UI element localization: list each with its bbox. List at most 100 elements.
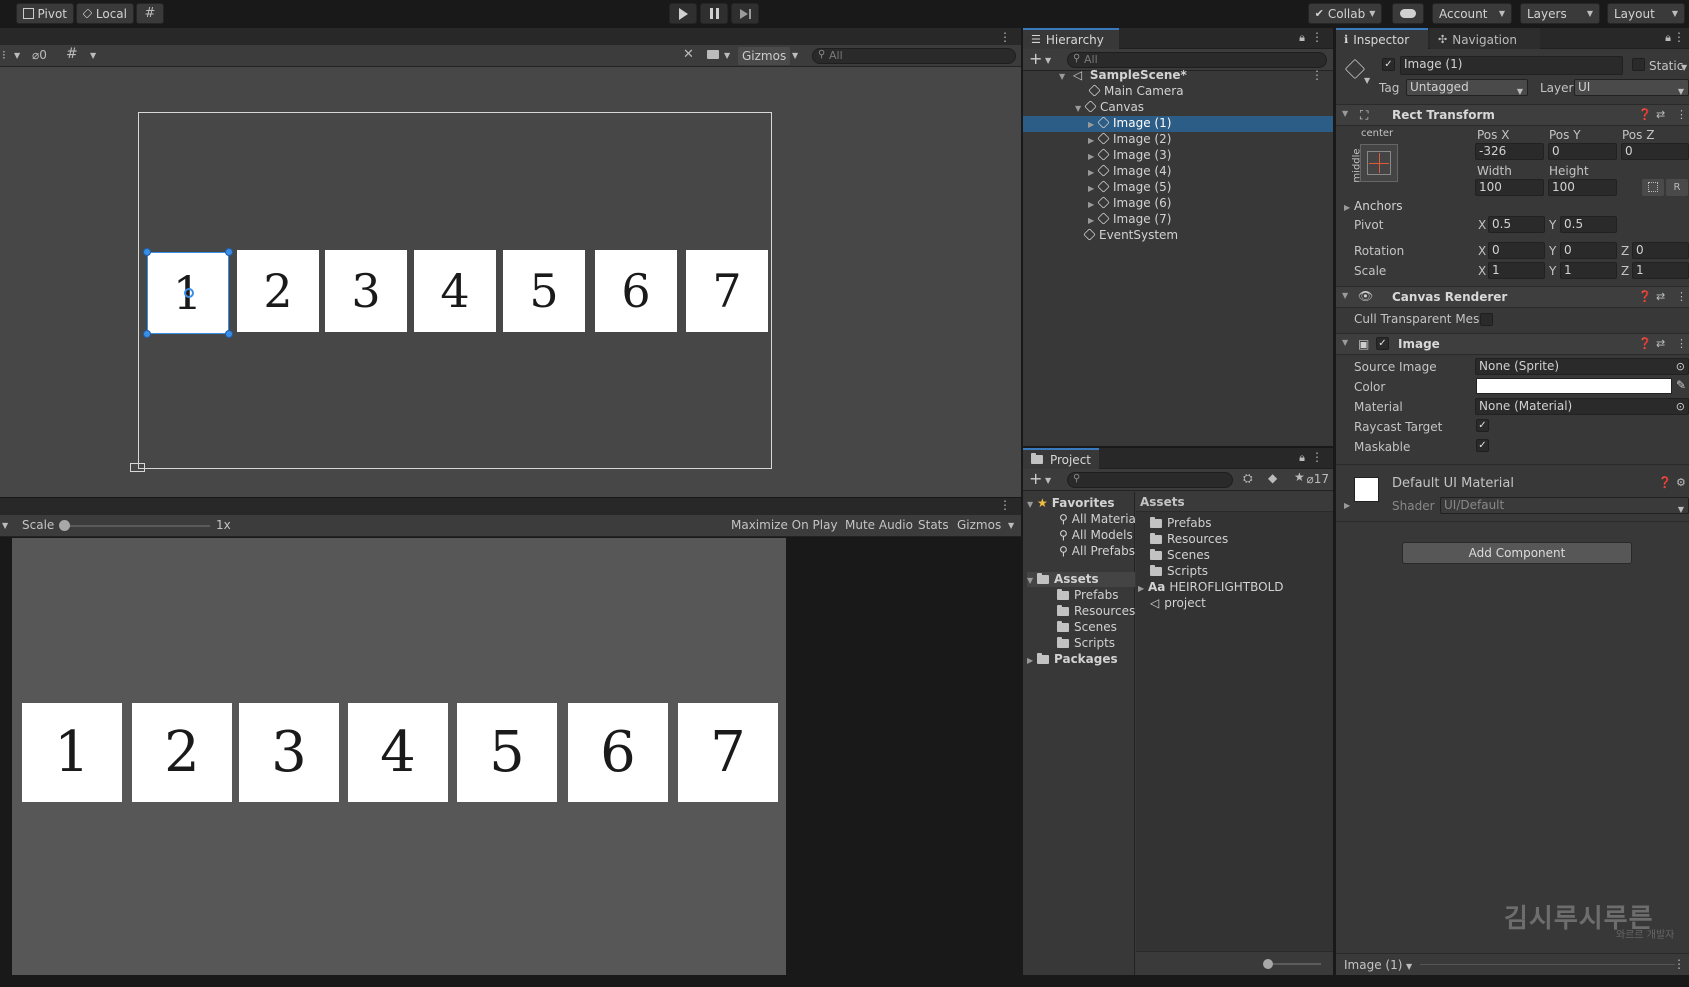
help-icon[interactable]: ❓ xyxy=(1658,476,1672,489)
more-icon[interactable]: ⋮ xyxy=(1311,68,1323,83)
scene-image-tile[interactable]: 3 xyxy=(325,250,407,332)
source-image-field[interactable]: None (Sprite) ⊙ xyxy=(1475,358,1689,375)
hierarchy-item[interactable]: EventSystem xyxy=(1083,228,1178,243)
mute-audio-toggle[interactable]: Mute Audio xyxy=(845,518,913,532)
game-gizmos-toggle[interactable]: Gizmos xyxy=(957,518,1001,532)
play-button[interactable] xyxy=(669,3,697,24)
raw-edit-button[interactable]: R xyxy=(1666,179,1688,196)
pivot-handle[interactable] xyxy=(184,288,194,298)
chevron-down-icon[interactable]: ▼ xyxy=(14,51,20,60)
blueprint-mode-button[interactable] xyxy=(1642,179,1664,196)
resize-handle[interactable] xyxy=(225,248,233,256)
pivot-y-field[interactable]: 0.5 xyxy=(1560,216,1617,233)
draw-mode-icon[interactable]: ⁝ xyxy=(2,48,6,62)
hierarchy-item[interactable]: ▶ Image (2) xyxy=(1088,132,1171,147)
more-icon[interactable]: ⋮ xyxy=(1676,290,1687,303)
pause-button[interactable] xyxy=(700,3,728,24)
resize-handle[interactable] xyxy=(143,330,151,338)
tab-navigation[interactable]: ✣ Navigation xyxy=(1430,28,1540,49)
chevron-down-icon[interactable]: ▼ xyxy=(1364,76,1370,85)
chevron-down-icon[interactable]: ▼ xyxy=(1008,521,1014,530)
scene-image-tile[interactable]: 5 xyxy=(503,250,585,332)
scene-root-item[interactable]: ▼ ◁ SampleScene* ⋮ xyxy=(1059,68,1333,83)
object-name-field[interactable]: Image (1) xyxy=(1400,56,1623,75)
hidden-packages-toggle[interactable]: ⌀17 xyxy=(1306,472,1329,486)
tools-icon[interactable]: ✕ xyxy=(683,47,694,62)
scene-image-tile[interactable]: 7 xyxy=(686,250,768,332)
account-dropdown[interactable]: Account ▼ xyxy=(1432,3,1512,24)
color-swatch[interactable] xyxy=(1476,378,1672,394)
object-picker-icon[interactable]: ⊙ xyxy=(1676,399,1685,414)
height-field[interactable]: 100 xyxy=(1548,179,1617,196)
scale-z-field[interactable]: 1 xyxy=(1632,262,1689,279)
object-picker-icon[interactable]: ⊙ xyxy=(1676,359,1685,374)
icon-size-slider-handle[interactable] xyxy=(1263,959,1273,969)
image-enabled-checkbox[interactable]: ✓ xyxy=(1376,337,1389,350)
hierarchy-item[interactable]: ▶ Image (3) xyxy=(1088,148,1171,163)
chevron-down-icon[interactable]: ▼ xyxy=(2,521,8,530)
scene-image-tile[interactable]: 6 xyxy=(595,250,677,332)
hierarchy-item[interactable]: ▶ Image (4) xyxy=(1088,164,1171,179)
favorite-item[interactable]: ⚲ All Prefabs xyxy=(1059,544,1135,559)
scene-search-input[interactable]: All xyxy=(812,48,1016,64)
width-field[interactable]: 100 xyxy=(1475,179,1544,196)
scale-slider-handle[interactable] xyxy=(59,520,70,531)
expand-arrow-icon[interactable]: ▶ xyxy=(1344,501,1354,510)
more-icon[interactable]: ⋮ xyxy=(1311,30,1323,44)
anchor-preset-button[interactable] xyxy=(1360,144,1398,182)
chevron-down-icon[interactable]: ▼ xyxy=(90,51,96,60)
preset-icon[interactable]: ⇄ xyxy=(1656,290,1665,303)
anchors-foldout[interactable]: ▶ Anchors xyxy=(1344,199,1403,214)
add-icon[interactable]: + xyxy=(1029,469,1042,488)
chevron-down-icon[interactable]: ▼ xyxy=(1045,476,1051,485)
tab-inspector[interactable]: ℹ Inspector xyxy=(1336,28,1428,49)
asset-folder[interactable]: Scenes xyxy=(1057,620,1117,635)
search-by-type-icon[interactable]: ⛭ xyxy=(1243,471,1253,486)
more-icon[interactable]: ⋮ xyxy=(1311,450,1323,464)
gizmos-dropdown[interactable]: Gizmos xyxy=(738,47,791,65)
posx-field[interactable]: -326 xyxy=(1475,143,1544,160)
pivot-x-field[interactable]: 0.5 xyxy=(1488,216,1545,233)
posy-field[interactable]: 0 xyxy=(1548,143,1617,160)
add-icon[interactable]: + xyxy=(1029,49,1042,68)
more-icon[interactable]: ⋮ xyxy=(1673,957,1685,971)
resize-handle[interactable] xyxy=(225,330,233,338)
local-toggle[interactable]: Local xyxy=(76,3,134,24)
icon-size-slider-track[interactable] xyxy=(1266,963,1321,965)
active-checkbox[interactable]: ✓ xyxy=(1382,58,1395,71)
rotation-x-field[interactable]: 0 xyxy=(1488,242,1545,259)
more-icon[interactable]: ⋮ xyxy=(1676,108,1687,121)
cloud-button[interactable] xyxy=(1392,3,1424,24)
eyedropper-icon[interactable]: ✎ xyxy=(1676,378,1686,392)
asset-item[interactable]: Scenes xyxy=(1150,548,1210,563)
canvas-anchor-handle[interactable] xyxy=(130,463,145,472)
layout-dropdown[interactable]: Layout ▼ xyxy=(1607,3,1685,24)
asset-folder[interactable]: Resources xyxy=(1057,604,1135,619)
resize-handle[interactable] xyxy=(143,248,151,256)
cull-transparent-checkbox[interactable] xyxy=(1480,313,1493,326)
lock-icon[interactable]: 🔒︎ xyxy=(1665,31,1671,45)
maximize-on-play-toggle[interactable]: Maximize On Play xyxy=(731,518,838,532)
tag-dropdown[interactable]: Untagged ▼ xyxy=(1406,79,1528,96)
label-icon[interactable]: ◆ xyxy=(1268,471,1277,485)
rotation-y-field[interactable]: 0 xyxy=(1560,242,1617,259)
grid-icon[interactable]: # xyxy=(66,46,78,62)
layers-dropdown[interactable]: Layers ▼ xyxy=(1520,3,1600,24)
add-component-button[interactable]: Add Component xyxy=(1402,542,1632,564)
preset-icon[interactable]: ⇄ xyxy=(1656,337,1665,350)
pivot-toggle[interactable]: Pivot xyxy=(16,3,74,24)
collab-dropdown[interactable]: ✔ Collab ▼ xyxy=(1308,3,1382,24)
static-checkbox[interactable] xyxy=(1632,58,1645,71)
hidden-objects-toggle[interactable]: ⌀0 xyxy=(32,48,47,62)
asset-item[interactable]: Scripts xyxy=(1150,564,1208,579)
tab-project[interactable]: Project xyxy=(1023,448,1099,469)
material-field[interactable]: None (Material) ⊙ xyxy=(1475,398,1689,415)
image-component-header[interactable]: ▼ ▣ ✓ Image ❓ ⇄ ⋮ xyxy=(1336,333,1689,355)
more-icon[interactable]: ⋮ xyxy=(1673,30,1685,44)
hierarchy-item[interactable]: ▶ Image (6) xyxy=(1088,196,1171,211)
asset-item[interactable]: Prefabs xyxy=(1150,516,1212,531)
asset-item[interactable]: Resources xyxy=(1150,532,1228,547)
shader-dropdown[interactable]: UI/Default ▼ xyxy=(1440,497,1689,514)
gear-icon[interactable]: ⚙ xyxy=(1676,476,1686,489)
more-icon[interactable]: ⋮ xyxy=(1676,337,1687,350)
